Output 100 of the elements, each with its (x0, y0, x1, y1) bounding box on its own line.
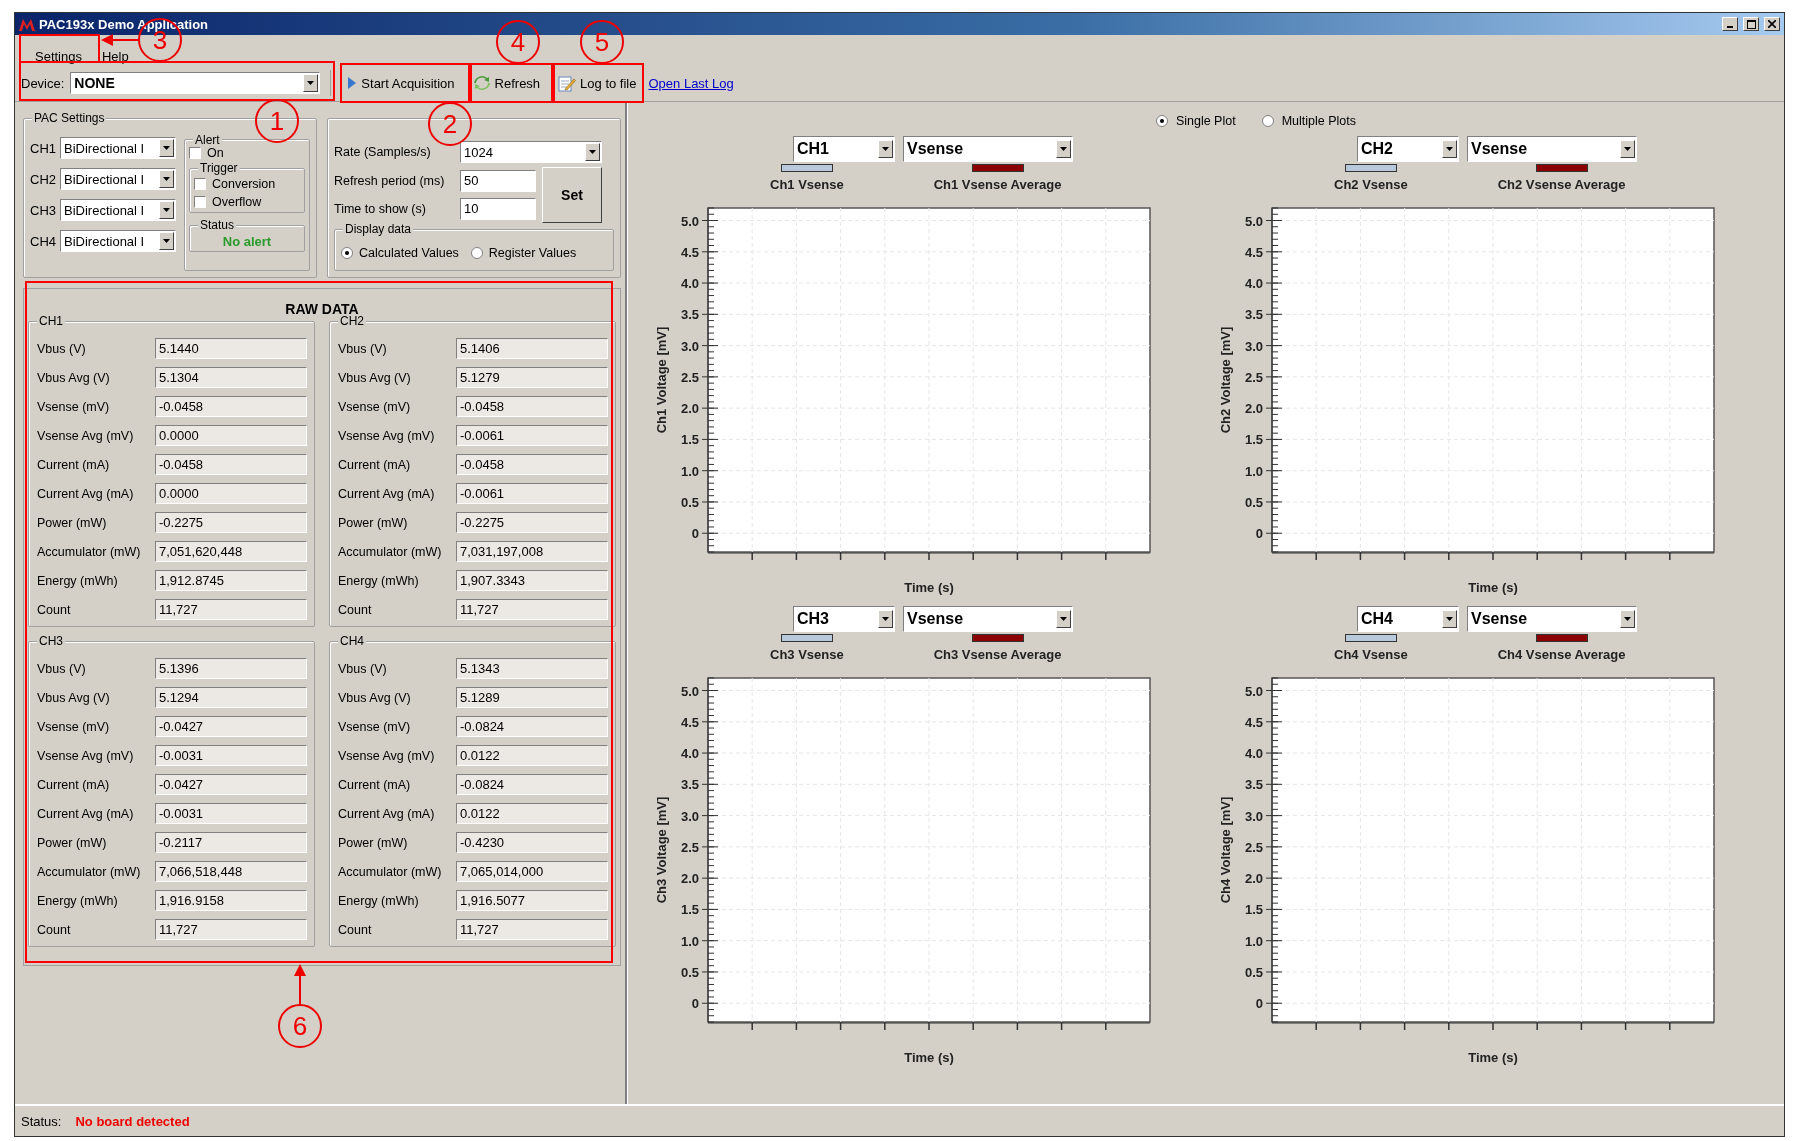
value-field: 1,912.8745 (155, 570, 307, 591)
y-tick-label: 0.5 (1244, 494, 1263, 510)
value-field: 5.1406 (456, 338, 608, 359)
y-tick-label: 1.5 (680, 902, 699, 918)
caret-icon (1060, 147, 1067, 151)
value-field: 11,727 (456, 919, 608, 940)
field-label: Rate (Samples/s) (334, 145, 432, 159)
refresh-icon (472, 75, 491, 91)
y-tick-label: 1.0 (680, 463, 699, 479)
value-field: 5.1396 (155, 658, 307, 679)
quantity-dropdown[interactable]: Vsense (903, 136, 1073, 162)
radio-button[interactable] (341, 247, 353, 259)
field-label: Current Avg (mA) (338, 806, 436, 821)
channel-label: CH2 (30, 171, 56, 187)
y-tick-label: 0.5 (680, 964, 699, 980)
y-tick-label: 1.0 (680, 933, 699, 949)
legend-label: Ch1 Vsense Average (933, 177, 1062, 192)
channel-dropdown[interactable]: CH2 (1357, 136, 1459, 162)
toolbar-button[interactable]: Refresh (466, 68, 547, 98)
caret-icon (1624, 147, 1631, 151)
field-label: Count (37, 922, 72, 937)
y-tick-label: 1.0 (1244, 933, 1263, 949)
quantity-dropdown[interactable]: Vsense (1467, 136, 1637, 162)
alert-status: No alert (222, 234, 272, 249)
field-label: Energy (mWh) (338, 893, 420, 908)
channel-dropdown[interactable]: CH3 (793, 606, 895, 632)
callout-number: 2 (428, 102, 472, 146)
callout-number: 1 (255, 99, 299, 143)
field-label: Vsense Avg (mV) (37, 748, 135, 763)
checkbox[interactable] (194, 196, 206, 208)
open-last-log-link[interactable]: Open Last Log (648, 75, 734, 91)
value-field: 0.0000 (155, 425, 307, 446)
channel-dropdown[interactable]: CH1 (793, 136, 895, 162)
value-field: 11,727 (155, 919, 307, 940)
app-logo-icon (19, 17, 35, 31)
play-icon (347, 76, 358, 90)
channel-mode-dropdown[interactable]: BiDirectional I (60, 168, 176, 190)
set-button[interactable]: Set (542, 167, 602, 223)
caret-icon (163, 208, 170, 212)
y-tick-label: 4.5 (1244, 714, 1263, 730)
y-tick-label: 2.5 (1244, 839, 1263, 855)
channel-label: CH1 (30, 140, 56, 156)
y-axis-title: Ch2 Voltage [mV] (1218, 326, 1233, 434)
maximize-button[interactable] (1743, 17, 1759, 31)
field-label: Accumulator (mW) (338, 864, 443, 879)
caret-icon (882, 147, 889, 151)
value-field: 1,907.3343 (456, 570, 608, 591)
y-tick-label: 4.0 (680, 746, 699, 762)
channel-mode-dropdown[interactable]: BiDirectional I (60, 199, 176, 221)
toolbar-button[interactable]: Log to file (552, 68, 643, 98)
close-button[interactable] (1764, 17, 1780, 31)
channel-mode-dropdown[interactable]: BiDirectional I (60, 137, 176, 159)
legend-label: Ch2 Vsense (1334, 177, 1408, 192)
minimize-button[interactable] (1722, 17, 1738, 31)
group-title: CH2 (338, 314, 366, 328)
field-label: Vbus (V) (338, 341, 388, 356)
y-tick-label: 2.0 (680, 871, 699, 887)
field-label: Accumulator (mW) (37, 544, 142, 559)
field-label: Current (mA) (338, 777, 412, 792)
field-label: Accumulator (mW) (37, 864, 142, 879)
channel-dropdown[interactable]: CH4 (1357, 606, 1459, 632)
value-field: 7,065,014,000 (456, 861, 608, 882)
device-dropdown[interactable]: NONE (70, 72, 321, 94)
x-axis-title: Time (s) (1468, 580, 1518, 595)
quantity-dropdown[interactable]: Vsense (1467, 606, 1637, 632)
maximize-icon (1746, 19, 1756, 29)
value-field: 0.0122 (456, 745, 608, 766)
field-label: Vsense (mV) (37, 399, 111, 414)
radio-button[interactable] (1261, 115, 1274, 127)
caret-icon (1446, 617, 1453, 621)
group-title: CH1 (37, 314, 65, 328)
checkbox-label: On (207, 146, 224, 160)
field-label: Count (37, 602, 72, 617)
legend-label: Ch4 Vsense Average (1497, 647, 1626, 662)
menu-item[interactable]: Settings (21, 48, 96, 65)
menu-item[interactable]: Help (96, 48, 135, 65)
y-tick-label: 1.5 (1244, 902, 1263, 918)
rate-dropdown[interactable]: 1024 (460, 141, 602, 163)
quantity-dropdown[interactable]: Vsense (903, 606, 1073, 632)
field-label: Power (mW) (338, 515, 409, 530)
channel-mode-dropdown[interactable]: BiDirectional I (60, 230, 176, 252)
value-field: -0.0061 (456, 483, 608, 504)
input-field[interactable]: 50 (460, 170, 536, 192)
radio-button[interactable] (1155, 115, 1168, 127)
callout-arrow (293, 964, 307, 1004)
checkbox[interactable] (189, 147, 201, 159)
field-label: Current Avg (mA) (37, 806, 135, 821)
value-field: -0.0427 (155, 716, 307, 737)
caret-icon (307, 81, 315, 85)
checkbox[interactable] (194, 178, 206, 190)
field-label: Vbus (V) (37, 661, 87, 676)
channel-label: CH4 (30, 233, 56, 249)
value-field: 5.1440 (155, 338, 307, 359)
toolbar-button[interactable]: Start Acquisition (341, 68, 461, 98)
caret-icon (163, 239, 170, 243)
caret-icon (1446, 147, 1453, 151)
value-field: 5.1289 (456, 687, 608, 708)
radio-button[interactable] (470, 247, 483, 259)
input-field[interactable]: 10 (460, 198, 536, 220)
value-field: -0.2117 (155, 832, 307, 853)
